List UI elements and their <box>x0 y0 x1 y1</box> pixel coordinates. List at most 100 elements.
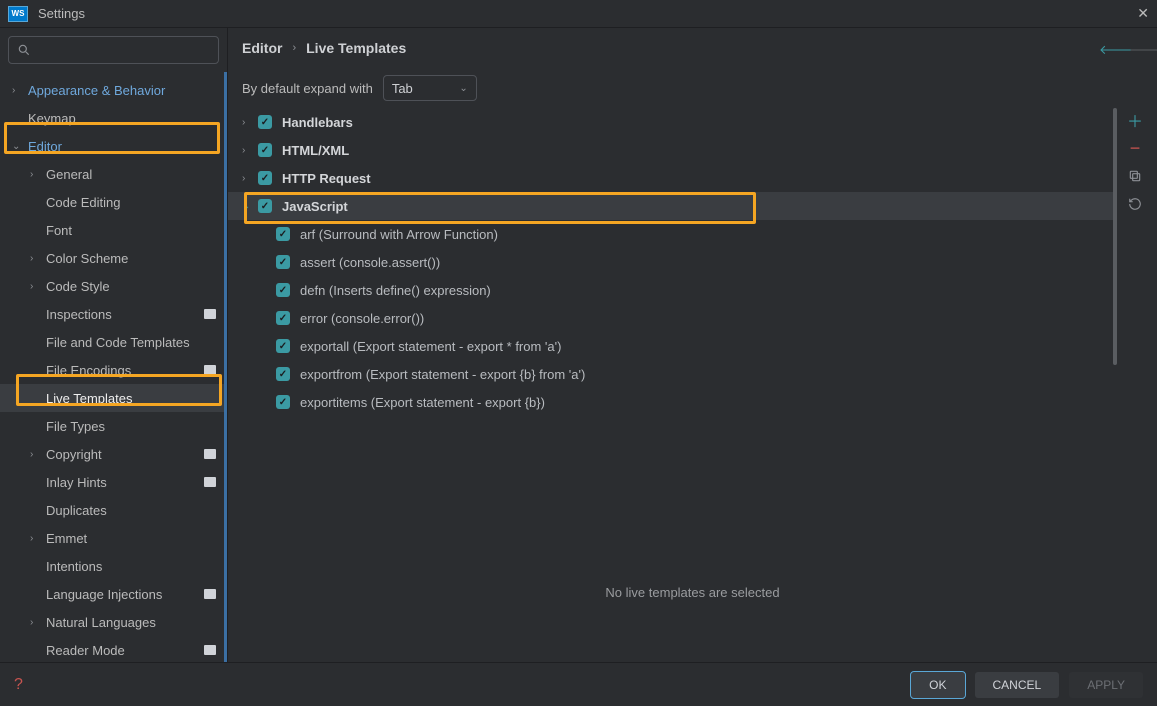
template-item[interactable]: exportall (Export statement - export * f… <box>228 332 1117 360</box>
sidebar-item[interactable]: Live Templates <box>0 384 224 412</box>
sidebar-item[interactable]: Font <box>0 216 224 244</box>
checkbox[interactable] <box>276 255 290 269</box>
sidebar-item[interactable]: Intentions <box>0 552 224 580</box>
checkbox[interactable] <box>258 199 272 213</box>
template-item[interactable]: assert (console.assert()) <box>228 248 1117 276</box>
detail-empty-text: No live templates are selected <box>605 585 779 600</box>
sidebar-item-label: File Encodings <box>46 363 204 378</box>
sidebar-item-label: Inspections <box>46 307 204 322</box>
template-group-label: JavaScript <box>282 199 348 214</box>
sidebar-item[interactable]: Inspections <box>0 300 224 328</box>
template-group[interactable]: JavaScript <box>228 192 1117 220</box>
help-icon[interactable]: ? <box>14 676 23 694</box>
checkbox[interactable] <box>276 283 290 297</box>
template-item[interactable]: arf (Surround with Arrow Function) <box>228 220 1117 248</box>
template-group-label: HTML/XML <box>282 143 349 158</box>
template-item[interactable]: exportfrom (Export statement - export {b… <box>228 360 1117 388</box>
template-item-label: assert (console.assert()) <box>300 255 440 270</box>
close-icon[interactable]: ✕ <box>1137 5 1149 22</box>
template-group[interactable]: HTML/XML <box>228 136 1117 164</box>
sidebar-item[interactable]: Appearance & Behavior <box>0 76 224 104</box>
project-badge-icon <box>204 477 216 487</box>
sidebar-item-label: Natural Languages <box>46 615 216 630</box>
sidebar-item-label: Intentions <box>46 559 216 574</box>
search-field[interactable] <box>37 43 210 57</box>
add-icon[interactable]: ＋ <box>1127 112 1143 128</box>
sidebar-item[interactable]: Duplicates <box>0 496 224 524</box>
chevron-down-icon: ⌄ <box>459 83 467 94</box>
template-group[interactable]: HTTP Request <box>228 164 1117 192</box>
chevron-icon <box>30 281 40 292</box>
sidebar-item-label: Keymap <box>28 111 216 126</box>
expand-select-value: Tab <box>392 81 413 96</box>
nav-arrows: 🡐 🡒 <box>1099 42 1143 54</box>
sidebar-item[interactable]: Code Style <box>0 272 224 300</box>
cancel-button[interactable]: CANCEL <box>975 672 1060 698</box>
sidebar-item-label: Font <box>46 223 216 238</box>
scrollbar[interactable] <box>1113 108 1117 365</box>
sidebar-item[interactable]: Copyright <box>0 440 224 468</box>
sidebar: Appearance & Behavior Keymap Editor General… <box>0 28 228 662</box>
checkbox[interactable] <box>276 395 290 409</box>
template-list[interactable]: Handlebars HTML/XML HTTP Request JavaScript… <box>228 108 1117 522</box>
checkbox[interactable] <box>276 227 290 241</box>
sidebar-item[interactable]: Natural Languages <box>0 608 224 636</box>
sidebar-item[interactable]: Editor <box>0 132 224 160</box>
template-item-label: exportitems (Export statement - export {… <box>300 395 545 410</box>
checkbox[interactable] <box>258 143 272 157</box>
sidebar-item[interactable]: File Types <box>0 412 224 440</box>
template-item-label: exportall (Export statement - export * f… <box>300 339 561 354</box>
template-group-label: HTTP Request <box>282 171 371 186</box>
sidebar-item[interactable]: Emmet <box>0 524 224 552</box>
revert-icon[interactable] <box>1127 196 1143 212</box>
project-badge-icon <box>204 449 216 459</box>
template-item[interactable]: defn (Inserts define() expression) <box>228 276 1117 304</box>
sidebar-item[interactable]: Inlay Hints <box>0 468 224 496</box>
checkbox[interactable] <box>258 115 272 129</box>
template-item[interactable]: exportitems (Export statement - export {… <box>228 388 1117 416</box>
ok-button[interactable]: OK <box>911 672 964 698</box>
sidebar-item[interactable]: Keymap <box>0 104 224 132</box>
chevron-icon <box>242 173 254 184</box>
nav-forward-icon: 🡒 <box>1129 42 1143 54</box>
breadcrumb-sep: › <box>292 42 296 54</box>
checkbox[interactable] <box>276 311 290 325</box>
action-column: ＋ − <box>1117 108 1153 522</box>
breadcrumb-live-templates: Live Templates <box>306 40 406 56</box>
nav-back-icon[interactable]: 🡐 <box>1099 42 1113 54</box>
main-panel: Editor › Live Templates 🡐 🡒 By default e… <box>228 28 1157 662</box>
checkbox[interactable] <box>276 339 290 353</box>
copy-icon[interactable] <box>1127 168 1143 184</box>
sidebar-item[interactable]: Reader Mode <box>0 636 224 662</box>
sidebar-item[interactable]: File and Code Templates <box>0 328 224 356</box>
sidebar-item[interactable]: Code Editing <box>0 188 224 216</box>
search-icon <box>17 43 31 57</box>
template-item[interactable]: error (console.error()) <box>228 304 1117 332</box>
template-group[interactable]: Handlebars <box>228 108 1117 136</box>
chevron-icon <box>12 141 22 152</box>
detail-panel: No live templates are selected <box>228 522 1157 662</box>
checkbox[interactable] <box>258 171 272 185</box>
project-badge-icon <box>204 589 216 599</box>
expand-select[interactable]: Tab ⌄ <box>383 75 477 101</box>
template-item-label: exportfrom (Export statement - export {b… <box>300 367 585 382</box>
chevron-icon <box>30 449 40 460</box>
app-icon: WS <box>8 6 28 22</box>
checkbox[interactable] <box>276 367 290 381</box>
sidebar-item-label: File Types <box>46 419 216 434</box>
settings-tree[interactable]: Appearance & Behavior Keymap Editor General… <box>0 72 227 662</box>
sidebar-item[interactable]: File Encodings <box>0 356 224 384</box>
sidebar-item-label: Copyright <box>46 447 204 462</box>
breadcrumb-editor[interactable]: Editor <box>242 40 282 56</box>
sidebar-item[interactable]: Color Scheme <box>0 244 224 272</box>
search-input[interactable] <box>8 36 219 64</box>
sidebar-item[interactable]: Language Injections <box>0 580 224 608</box>
sidebar-item-label: Emmet <box>46 531 216 546</box>
sidebar-item[interactable]: General <box>0 160 224 188</box>
sidebar-item-label: General <box>46 167 216 182</box>
breadcrumb: Editor › Live Templates <box>242 40 406 56</box>
sidebar-item-label: Reader Mode <box>46 643 204 658</box>
sidebar-item-label: Editor <box>28 139 216 154</box>
chevron-icon <box>30 533 40 544</box>
remove-icon[interactable]: − <box>1127 140 1143 156</box>
